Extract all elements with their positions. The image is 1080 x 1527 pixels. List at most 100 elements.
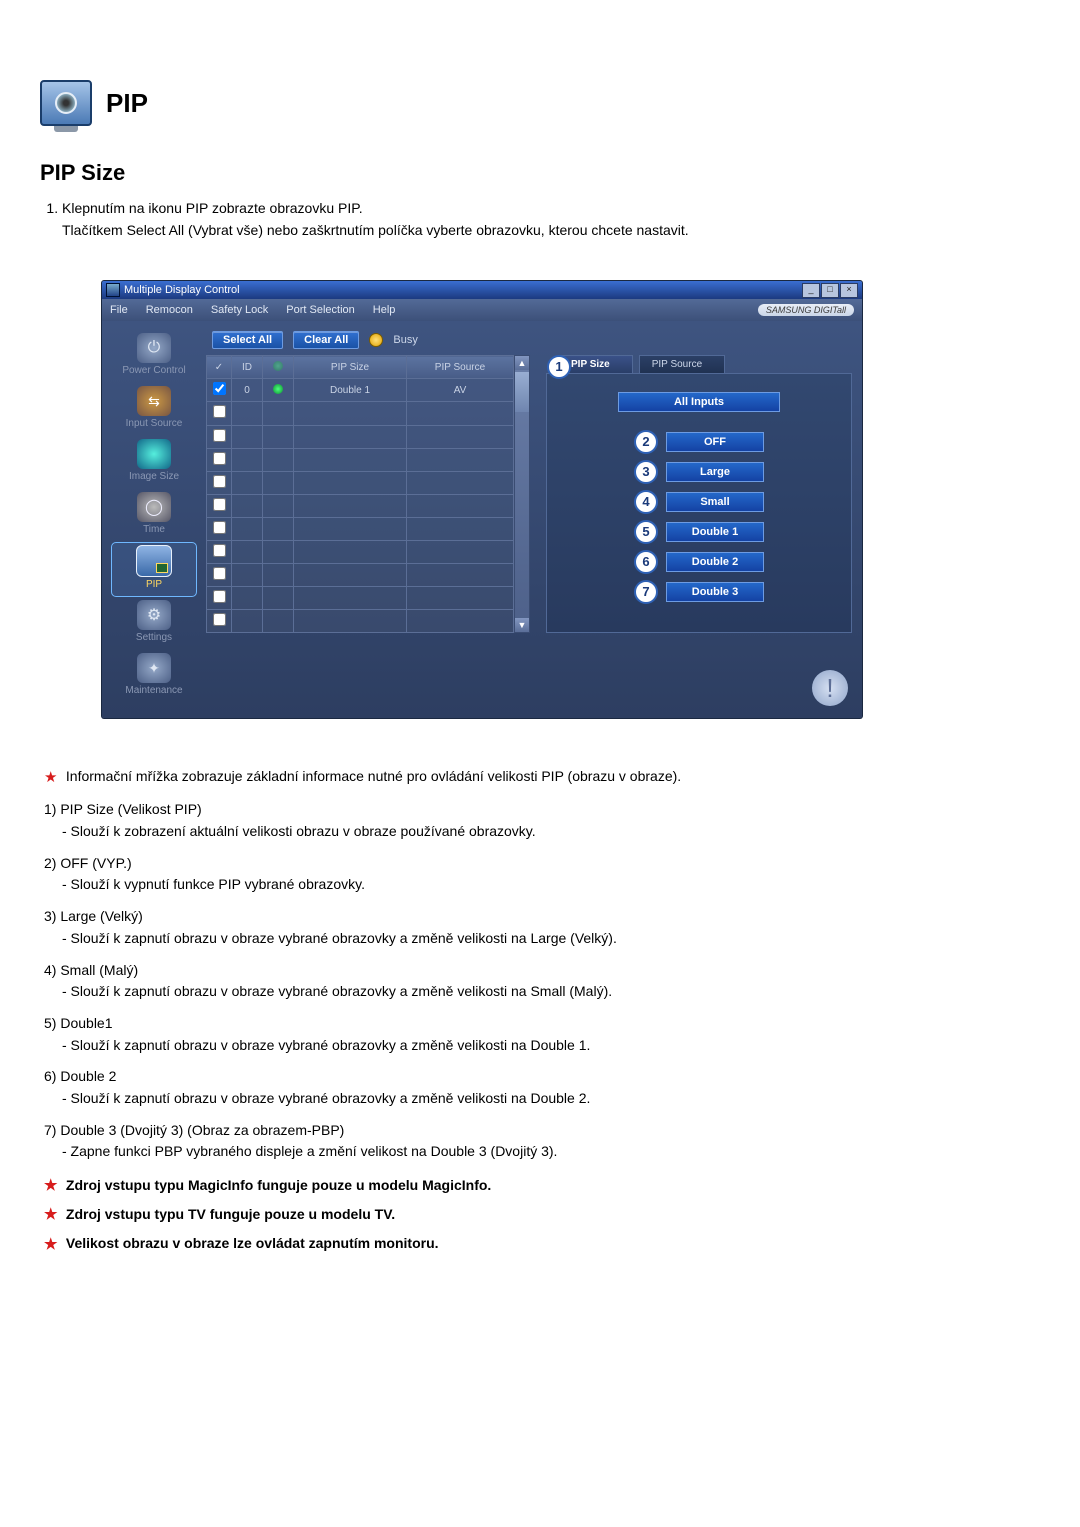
select-all-button[interactable]: Select All xyxy=(212,331,283,349)
row-checkbox-cell[interactable] xyxy=(207,448,232,471)
item-title: Double1 xyxy=(60,1015,112,1031)
page-title: PIP xyxy=(106,88,148,119)
item-description: - Slouží k zapnutí obrazu v obraze vybra… xyxy=(62,1088,1040,1110)
sidebar-item-image[interactable]: Image Size xyxy=(112,437,196,488)
row-checkbox[interactable] xyxy=(213,405,226,418)
option-button-double 1[interactable]: Double 1 xyxy=(666,522,764,542)
option-row: 7Double 3 xyxy=(557,580,841,604)
option-button-small[interactable]: Small xyxy=(666,492,764,512)
option-button-double 3[interactable]: Double 3 xyxy=(666,582,764,602)
maximize-button[interactable]: □ xyxy=(821,283,839,298)
sidebar-item-maint[interactable]: Maintenance xyxy=(112,651,196,702)
page-header: PIP xyxy=(40,80,1040,126)
row-checkbox-cell[interactable] xyxy=(207,494,232,517)
row-checkbox[interactable] xyxy=(213,544,226,557)
table-row[interactable] xyxy=(207,448,514,471)
row-id xyxy=(232,587,263,610)
sidebar-item-time[interactable]: Time xyxy=(112,490,196,541)
minimize-button[interactable]: _ xyxy=(802,283,820,298)
all-inputs-button[interactable]: All Inputs xyxy=(618,392,780,412)
option-row: 6Double 2 xyxy=(557,550,841,574)
table-row[interactable] xyxy=(207,471,514,494)
menu-file[interactable]: File xyxy=(110,304,128,316)
item-description: - Slouží k zobrazení aktuální velikosti … xyxy=(62,821,1040,843)
scroll-up-button[interactable]: ▲ xyxy=(515,356,529,370)
row-checkbox[interactable] xyxy=(213,429,226,442)
table-row[interactable] xyxy=(207,517,514,540)
tab-pip-source[interactable]: PIP Source xyxy=(639,355,725,373)
row-checkbox-cell[interactable] xyxy=(207,471,232,494)
option-button-double 2[interactable]: Double 2 xyxy=(666,552,764,572)
tab-body: All Inputs 2OFF3Large4Small5Double 16Dou… xyxy=(546,373,852,633)
row-status xyxy=(263,564,294,587)
table-row[interactable] xyxy=(207,564,514,587)
col-pip-size[interactable]: PIP Size xyxy=(294,356,407,379)
tab-pip-size[interactable]: 1 PIP Size xyxy=(558,355,633,373)
row-id xyxy=(232,494,263,517)
row-checkbox[interactable] xyxy=(213,382,226,395)
sidebar-item-power[interactable]: Power Control xyxy=(112,331,196,382)
scroll-down-button[interactable]: ▼ xyxy=(515,618,529,632)
item-title: PIP Size (Velikost PIP) xyxy=(60,801,201,817)
row-checkbox-cell[interactable] xyxy=(207,564,232,587)
row-checkbox[interactable] xyxy=(213,498,226,511)
table-row[interactable] xyxy=(207,610,514,633)
table-row[interactable] xyxy=(207,540,514,563)
row-checkbox[interactable] xyxy=(213,521,226,534)
item-title: OFF (VYP.) xyxy=(60,855,131,871)
scroll-thumb[interactable] xyxy=(515,372,529,412)
info-icon[interactable]: ! xyxy=(812,670,848,706)
row-checkbox[interactable] xyxy=(213,475,226,488)
sidebar-item-settings[interactable]: Settings xyxy=(112,598,196,649)
row-pip-source xyxy=(407,610,514,633)
row-checkbox[interactable] xyxy=(213,567,226,580)
table-row[interactable]: 0Double 1AV xyxy=(207,379,514,402)
row-checkbox[interactable] xyxy=(213,613,226,626)
option-button-large[interactable]: Large xyxy=(666,462,764,482)
sidebar-item-input[interactable]: Input Source xyxy=(112,384,196,435)
description-item: 4) Small (Malý)- Slouží k zapnutí obrazu… xyxy=(44,960,1040,1003)
sidebar-item-pip[interactable]: PIP xyxy=(112,543,196,596)
table-row[interactable] xyxy=(207,494,514,517)
row-id xyxy=(232,471,263,494)
menu-remocon[interactable]: Remocon xyxy=(146,304,193,316)
close-button[interactable]: × xyxy=(840,283,858,298)
callout-badge-3: 3 xyxy=(634,460,658,484)
grid-vertical-scrollbar[interactable]: ▲ ▼ xyxy=(514,355,530,633)
row-checkbox-cell[interactable] xyxy=(207,379,232,402)
option-button-off[interactable]: OFF xyxy=(666,432,764,452)
col-id[interactable]: ID xyxy=(232,356,263,379)
item-description: - Slouží k zapnutí obrazu v obraze vybra… xyxy=(62,981,1040,1003)
menu-port-selection[interactable]: Port Selection xyxy=(286,304,354,316)
info-note: Informační mřížka zobrazuje základní inf… xyxy=(44,766,1040,787)
table-row[interactable] xyxy=(207,425,514,448)
tab-label: PIP Source xyxy=(652,359,702,370)
bold-note: Zdroj vstupu typu MagicInfo funguje pouz… xyxy=(44,1173,1040,1198)
power-icon xyxy=(137,333,171,363)
item-title: Large (Velký) xyxy=(60,908,142,924)
row-pip-source xyxy=(407,564,514,587)
row-checkbox-cell[interactable] xyxy=(207,587,232,610)
row-status xyxy=(263,587,294,610)
col-pip-source[interactable]: PIP Source xyxy=(407,356,514,379)
tabs: 1 PIP Size PIP Source xyxy=(546,355,852,373)
menu-help[interactable]: Help xyxy=(373,304,396,316)
row-checkbox[interactable] xyxy=(213,452,226,465)
table-row[interactable] xyxy=(207,402,514,425)
row-checkbox-cell[interactable] xyxy=(207,425,232,448)
row-checkbox-cell[interactable] xyxy=(207,610,232,633)
col-status[interactable] xyxy=(263,356,294,379)
row-status xyxy=(263,379,294,402)
row-checkbox[interactable] xyxy=(213,590,226,603)
table-row[interactable] xyxy=(207,587,514,610)
row-checkbox-cell[interactable] xyxy=(207,402,232,425)
item-number: 1) xyxy=(44,799,56,821)
row-checkbox-cell[interactable] xyxy=(207,540,232,563)
star-icon xyxy=(44,1238,58,1252)
clear-all-button[interactable]: Clear All xyxy=(293,331,359,349)
col-check[interactable]: ✓ xyxy=(207,356,232,379)
menu-safety-lock[interactable]: Safety Lock xyxy=(211,304,268,316)
row-checkbox-cell[interactable] xyxy=(207,517,232,540)
row-pip-source xyxy=(407,540,514,563)
instruction-text: Tlačítkem Select All (Vybrat vše) nebo z… xyxy=(62,222,689,238)
